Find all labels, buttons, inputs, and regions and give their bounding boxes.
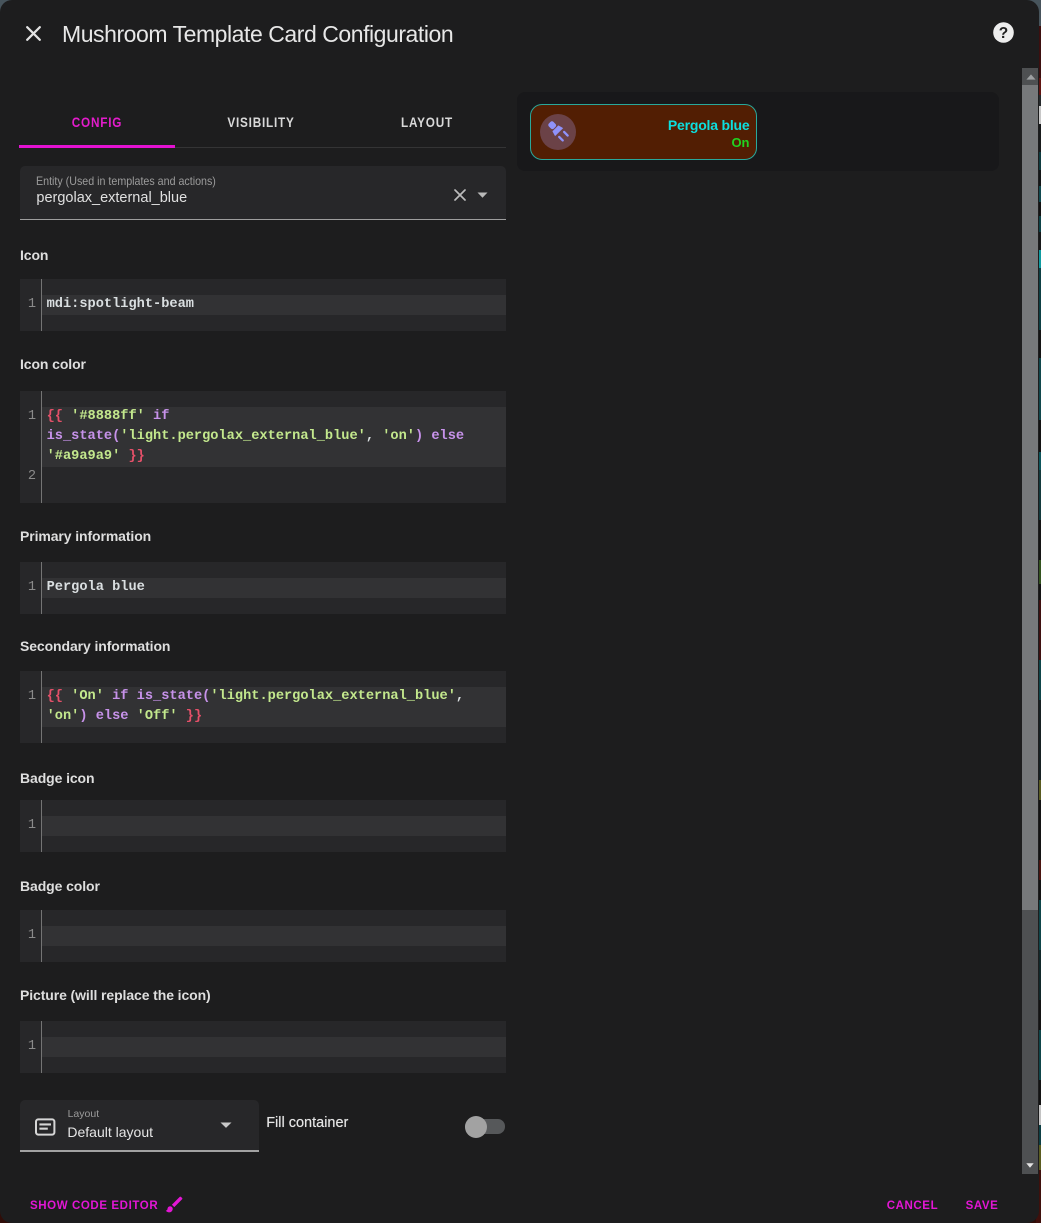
svg-text:?: ? — [998, 24, 1007, 41]
